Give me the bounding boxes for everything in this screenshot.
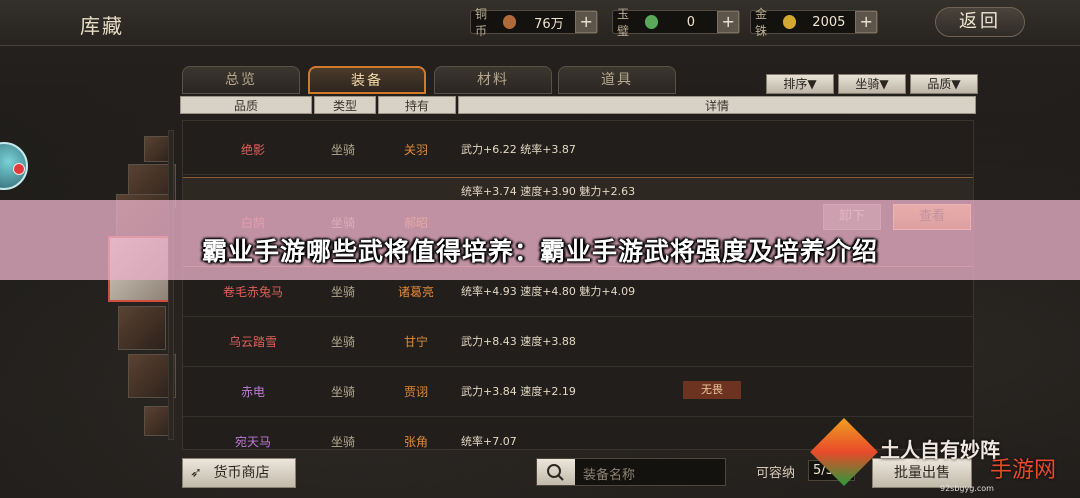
column-header-quality[interactable]: 品质 (180, 96, 312, 114)
top-bar: 库藏 铜币 76万 + 玉璧 0 + 金铢 2005 + 返回 (0, 0, 1080, 46)
jade-coin-icon (644, 15, 659, 29)
add-gold-button[interactable]: + (855, 11, 877, 33)
type-dropdown[interactable]: 坐骑▼ (838, 74, 906, 94)
currency-name: 金铢 (755, 7, 768, 38)
currency-jade: 玉璧 0 + (612, 7, 740, 38)
item-name: 乌云踏雪 (228, 335, 277, 349)
table-row[interactable]: 赤电 坐骑 贾诩 武力+3.84 速度+2.19 无畏 (183, 367, 973, 417)
thumbnail-scrollbar[interactable] (168, 130, 174, 440)
table-header: 品质 类型 持有 详情 (180, 96, 976, 114)
add-copper-button[interactable]: + (575, 11, 597, 33)
item-owner: 关羽 (403, 143, 428, 157)
horse-icon: ➶ (190, 465, 202, 481)
currency-name: 玉璧 (617, 7, 630, 38)
item-type: 坐骑 (330, 435, 355, 449)
search-placeholder: 装备名称 (583, 468, 636, 483)
item-detail: 武力+6.22 统率+3.87 (461, 143, 576, 156)
item-owner: 张角 (403, 435, 428, 449)
currency-copper: 铜币 76万 + (470, 7, 598, 38)
currency-value: 0 (686, 14, 695, 30)
item-name: 赤电 (240, 385, 265, 399)
add-jade-button[interactable]: + (717, 11, 739, 33)
capacity-label: 可容纳 (756, 466, 796, 481)
item-name: 宛天马 (234, 435, 271, 449)
search-button[interactable] (537, 459, 575, 485)
item-detail: 武力+8.43 速度+3.88 (461, 335, 576, 348)
column-header-owner[interactable]: 持有 (378, 96, 456, 114)
watermark-brand: 手游网 (990, 458, 1057, 483)
item-owner: 甘宁 (403, 335, 428, 349)
tab-items[interactable]: 道具 (558, 66, 676, 94)
tab-equipment[interactable]: 装备 (308, 66, 426, 94)
currency-name: 铜币 (475, 7, 488, 38)
column-header-detail: 详情 (458, 96, 976, 114)
item-type: 坐骑 (330, 335, 355, 349)
horse-thumbnail[interactable] (118, 306, 166, 350)
item-owner: 贾诩 (403, 385, 428, 399)
tab-materials[interactable]: 材料 (434, 66, 552, 94)
search-field[interactable]: 装备名称 (536, 458, 726, 486)
item-type: 坐骑 (330, 143, 355, 157)
gold-coin-icon (782, 15, 797, 29)
sort-dropdown[interactable]: 排序▼ (766, 74, 834, 94)
column-header-type[interactable]: 类型 (314, 96, 376, 114)
trait-badge: 无畏 (683, 381, 741, 399)
page-title: 库藏 (80, 14, 124, 38)
table-row[interactable]: 绝影 坐骑 关羽 武力+6.22 统率+3.87 (183, 125, 973, 175)
currency-shop-label: 货币商店 (213, 465, 270, 481)
currency-value: 2005 (812, 14, 846, 30)
item-detail: 武力+3.84 速度+2.19 (461, 385, 576, 398)
search-icon (547, 464, 564, 481)
equipment-table: 绝影 坐骑 关羽 武力+6.22 统率+3.87 白鹄 坐骑 郝昭 统率+3.7… (182, 120, 974, 450)
item-name: 绝影 (240, 143, 265, 157)
banner-title: 霸业手游哪些武将值得培养：霸业手游武将强度及培养介绍 (201, 237, 878, 266)
item-type: 坐骑 (330, 385, 355, 399)
quality-dropdown[interactable]: 品质▼ (910, 74, 978, 94)
watermark-url: 92sbgyg.com (940, 484, 994, 493)
copper-coin-icon (502, 15, 517, 29)
table-row[interactable]: 乌云踏雪 坐骑 甘宁 武力+8.43 速度+3.88 (183, 317, 973, 367)
currency-value: 76万 (534, 16, 564, 32)
back-button[interactable]: 返回 (935, 7, 1025, 37)
tab-overview[interactable]: 总览 (182, 66, 300, 94)
currency-gold: 金铢 2005 + (750, 7, 878, 38)
currency-shop-button[interactable]: ➶ 货币商店 (182, 458, 296, 488)
notification-dot-icon (13, 163, 25, 175)
